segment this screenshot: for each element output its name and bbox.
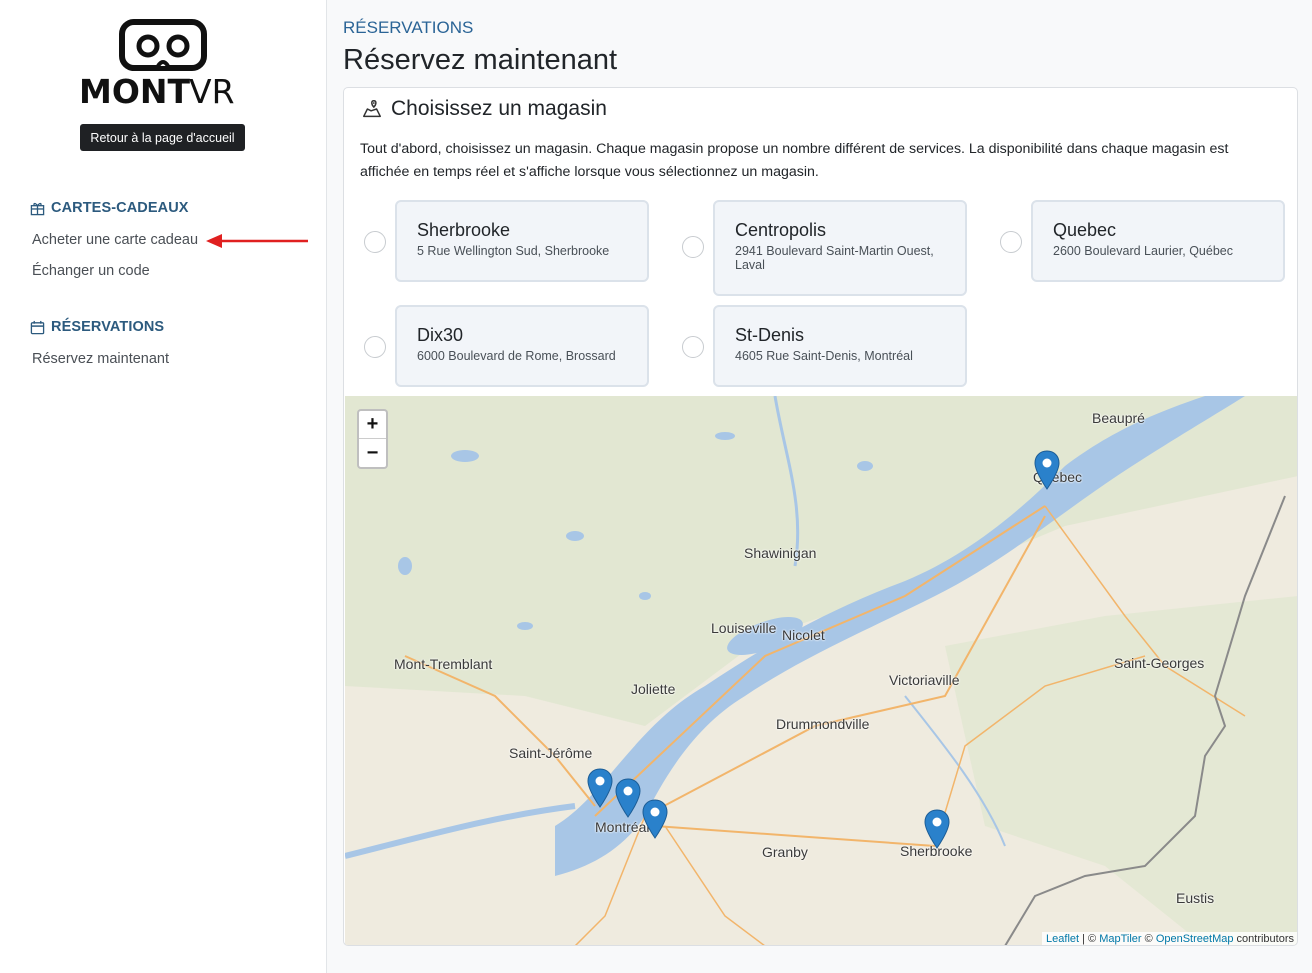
store-option-centropolis[interactable]: Centropolis 2941 Boulevard Saint-Martin … (713, 200, 967, 296)
map-marker-dix30[interactable] (642, 799, 668, 839)
mont-vr-logo: MONT VR (79, 19, 235, 108)
store-radio-st-denis[interactable] (682, 336, 704, 358)
attribution-separator: © (1141, 933, 1156, 945)
logo-text-vr: VR (189, 72, 235, 108)
city-label: Joliette (631, 681, 676, 697)
calendar-icon (30, 320, 45, 334)
zoom-out-button[interactable]: − (359, 439, 386, 467)
store-address: 6000 Boulevard de Rome, Brossard (417, 349, 616, 363)
openstreetmap-link[interactable]: OpenStreetMap (1156, 933, 1234, 945)
store-option-quebec[interactable]: Quebec 2600 Boulevard Laurier, Québec (1031, 200, 1285, 282)
store-option-sherbrooke[interactable]: Sherbrooke 5 Rue Wellington Sud, Sherbro… (395, 200, 649, 282)
zoom-control: + − (357, 409, 388, 469)
city-label: Beaupré (1092, 410, 1145, 426)
store-name: St-Denis (735, 325, 805, 345)
redeem-code-link[interactable]: Échanger un code (32, 263, 150, 279)
city-label: Saint-Georges (1114, 655, 1205, 671)
sidebar: MONT VR Retour à la page d'accueil CARTE… (0, 0, 327, 973)
maptiler-link[interactable]: MapTiler (1099, 933, 1141, 945)
map-marker-st-denis[interactable] (615, 778, 641, 818)
map-marker-sherbrooke[interactable] (924, 809, 950, 849)
map-marker-quebec[interactable] (1034, 450, 1060, 490)
city-label: Granby (762, 844, 808, 860)
store-radio-sherbrooke[interactable] (364, 231, 386, 253)
city-label: Louiseville (711, 620, 777, 636)
zoom-in-button[interactable]: + (359, 411, 386, 439)
leaflet-link[interactable]: Leaflet (1046, 933, 1079, 945)
gift-cards-section: CARTES-CADEAUX (30, 200, 189, 216)
reservations-heading: RÉSERVATIONS (51, 319, 165, 335)
gift-cards-heading: CARTES-CADEAUX (51, 200, 189, 216)
store-address: 2600 Boulevard Laurier, Québec (1053, 244, 1233, 258)
breadcrumb: RÉSERVATIONS (343, 18, 474, 37)
city-label: Nicolet (782, 627, 825, 643)
red-arrow-annotation (206, 234, 308, 248)
city-label: Drummondville (776, 716, 870, 732)
store-radio-quebec[interactable] (1000, 231, 1022, 253)
store-option-st-denis[interactable]: St-Denis 4605 Rue Saint-Denis, Montréal (713, 305, 967, 387)
card-title: Choisissez un magasin (391, 97, 607, 120)
city-label: Eustis (1176, 890, 1215, 906)
store-address: 5 Rue Wellington Sud, Sherbrooke (417, 244, 610, 258)
attribution-separator: | © (1079, 933, 1100, 945)
store-name: Centropolis (735, 220, 827, 240)
city-label: Victoriaville (889, 672, 960, 688)
card-header: Choisissez un magasin (361, 97, 607, 121)
store-radio-dix30[interactable] (364, 336, 386, 358)
gift-icon (30, 202, 45, 215)
page-title: Réservez maintenant (343, 44, 618, 76)
logo-text-mont: MONT (79, 72, 191, 108)
store-name: Quebec (1053, 220, 1117, 240)
map-marker-centropolis[interactable] (587, 768, 613, 808)
home-button[interactable]: Retour à la page d'accueil (80, 124, 245, 151)
store-map[interactable]: + − Beaupré Québec Shawinigan Louisevill… (345, 396, 1297, 945)
store-address: 4605 Rue Saint-Denis, Montréal (735, 349, 913, 363)
intro-text: Tout d'abord, choisissez un magasin. Cha… (360, 141, 1229, 180)
map-attribution: Leaflet | © MapTiler © OpenStreetMap con… (1042, 932, 1297, 945)
reservations-section: RÉSERVATIONS (30, 319, 164, 335)
city-label: Mont-Tremblant (394, 656, 493, 672)
book-now-link[interactable]: Réservez maintenant (32, 351, 169, 367)
attribution-contributors: contributors (1233, 933, 1294, 945)
store-name: Sherbrooke (417, 220, 511, 240)
map-icon (363, 100, 381, 118)
city-label: Shawinigan (744, 545, 817, 561)
store-address: 2941 Boulevard Saint-Martin Ouest, Laval (735, 244, 934, 272)
store-radio-centropolis[interactable] (682, 236, 704, 258)
buy-gift-card-link[interactable]: Acheter une carte cadeau (32, 232, 198, 248)
city-label: Saint-Jérôme (509, 745, 593, 761)
store-name: Dix30 (417, 325, 464, 345)
store-selection-card: Choisissez un magasin Tout d'abord, choi… (343, 87, 1298, 946)
store-option-dix30[interactable]: Dix30 6000 Boulevard de Rome, Brossard (395, 305, 649, 387)
